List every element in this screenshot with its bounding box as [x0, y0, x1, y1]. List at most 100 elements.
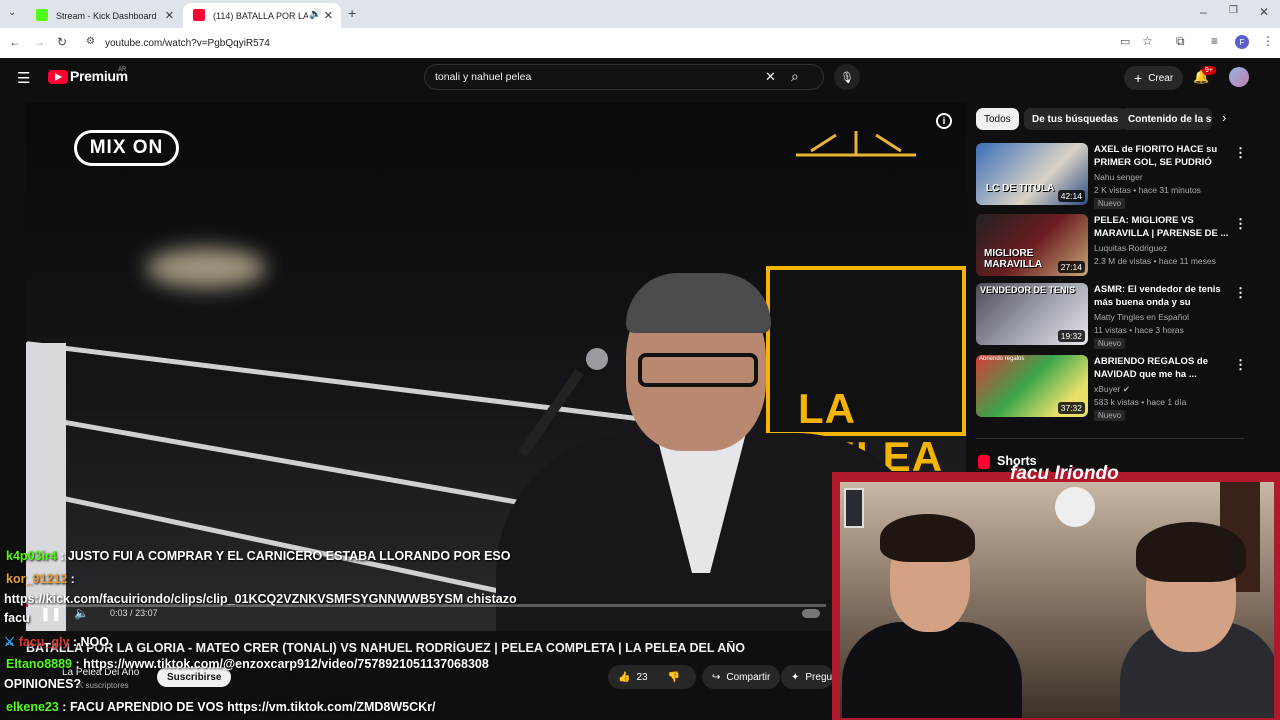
chat-username: k4p03ir4	[6, 549, 57, 563]
time-current: 0:03	[110, 608, 128, 618]
chat-username: kor_91212	[6, 572, 68, 586]
chat-message: Eltano8889 : https://www.tiktok.com/@enz…	[6, 657, 489, 671]
video-thumbnail[interactable]: LC DE TITULA 42:14	[976, 143, 1088, 205]
youtube-logo-icon[interactable]	[48, 70, 68, 84]
duration-badge: 37:32	[1057, 402, 1085, 414]
media-control-icon[interactable]: ≡	[1211, 34, 1218, 48]
voice-search-icon[interactable]: 🎙	[834, 64, 860, 90]
close-icon[interactable]: ✕	[324, 9, 333, 22]
recommendation-item[interactable]: MIGLIORE MARAVILLA 27:14 PELEA: MIGLIORE…	[976, 214, 1247, 278]
more-options-icon[interactable]: ⋮	[1234, 145, 1247, 161]
chevron-right-icon[interactable]: ›	[1222, 110, 1226, 125]
recommendation-item[interactable]: Abriendo regalos 37:32 ABRIENDO REGALOS …	[976, 355, 1247, 421]
recommendation-title[interactable]: PELEA: MIGLIORE VS MARAVILLA | PARENSE D…	[1094, 214, 1229, 240]
chip-all[interactable]: Todos	[976, 108, 1019, 130]
filter-chips: Todos De tus búsquedas Contenido de la s…	[976, 108, 1244, 130]
region-code: AR	[118, 67, 127, 73]
url-field[interactable]: ⚙ youtube.com/watch?v=PgbQqyiR574	[80, 31, 1170, 55]
subscriber-count: K suscriptores	[78, 681, 129, 690]
site-info-icon[interactable]: ⚙	[86, 36, 95, 47]
more-options-icon[interactable]: ⋮	[1234, 285, 1247, 301]
restore-icon[interactable]: ❐	[1229, 5, 1238, 16]
autoplay-toggle[interactable]	[802, 609, 820, 618]
audio-playing-icon[interactable]: 🔊	[309, 9, 321, 20]
recommendation-title[interactable]: AXEL de FIORITO HACE su PRIMER GOL, SE P…	[1094, 143, 1229, 169]
time-display: 0:03 / 23:07	[110, 608, 158, 618]
video-thumbnail[interactable]: VENDEDOR DE TENIS 19:32	[976, 283, 1088, 345]
back-icon[interactable]: ←	[9, 35, 21, 49]
video-thumbnail[interactable]: MIGLIORE MARAVILLA 27:14	[976, 214, 1088, 276]
reload-icon[interactable]: ↻	[57, 35, 67, 49]
recommendation-item[interactable]: LC DE TITULA 42:14 AXEL de FIORITO HACE …	[976, 143, 1247, 209]
search-input[interactable]: tonali y nahuel pelea ✕ ⌕	[424, 64, 824, 90]
streamer-left-shirt	[842, 622, 1022, 718]
create-button[interactable]: + Crear	[1124, 66, 1184, 90]
chip-series-content[interactable]: Contenido de la ser	[1120, 108, 1212, 130]
clear-search-icon[interactable]: ✕	[765, 69, 776, 85]
recommendation-title[interactable]: ABRIENDO REGALOS de NAVIDAD que me ha ..…	[1094, 355, 1229, 381]
menu-kebab-icon[interactable]: ⋮	[1262, 34, 1274, 48]
duration-badge: 27:14	[1057, 261, 1085, 273]
new-tab-icon[interactable]: +	[348, 5, 356, 21]
dislike-icon[interactable]: 👎	[668, 672, 680, 683]
new-badge: Nuevo	[1094, 338, 1126, 349]
chip-from-searches[interactable]: De tus búsquedas	[1024, 108, 1127, 130]
window-close-icon[interactable]: ✕	[1259, 5, 1269, 19]
duration-badge: 19:32	[1057, 330, 1085, 342]
recommendation-channel[interactable]: Nahu senger	[1094, 172, 1143, 182]
search-query: tonali y nahuel pelea	[435, 71, 532, 83]
info-icon[interactable]: i	[936, 113, 952, 129]
recommendation-channel[interactable]: xBuyer ✔	[1094, 384, 1130, 395]
forward-icon[interactable]: →	[33, 35, 45, 49]
profile-avatar[interactable]: F	[1235, 35, 1249, 49]
upload-age: hace 31 minutos	[1138, 185, 1201, 195]
youtube-header: ☰ Premium AR tonali y nahuel pelea ✕ ⌕ 🎙…	[0, 58, 1280, 100]
chat-separator: :	[56, 549, 68, 563]
more-options-icon[interactable]: ⋮	[1234, 357, 1247, 373]
microphone-head	[586, 348, 608, 370]
chat-text: NOO	[80, 635, 110, 649]
arena-light	[146, 248, 266, 288]
tab-label: Stream - Kick Dashboard	[56, 10, 157, 21]
like-count[interactable]: 23	[636, 672, 647, 683]
chat-message: facu	[4, 611, 30, 625]
kick-favicon-icon	[36, 9, 48, 21]
volume-icon[interactable]: 🔈	[74, 606, 89, 620]
account-avatar[interactable]	[1229, 67, 1249, 87]
chat-message: OPINIONES?	[4, 677, 81, 691]
upload-age: hace 1 día	[1146, 397, 1187, 407]
ring-lights-logo	[796, 131, 916, 161]
recommendation-item[interactable]: VENDEDOR DE TENIS 19:32 ASMR: El vendedo…	[976, 283, 1247, 349]
bookmark-star-icon[interactable]: ☆	[1142, 34, 1153, 48]
wall-poster	[844, 488, 864, 528]
hamburger-menu-icon[interactable]: ☰	[17, 69, 30, 87]
url-text: youtube.com/watch?v=PgbQqyiR574	[105, 37, 270, 49]
thumbnail-text: LC DE TITULA	[986, 183, 1055, 194]
view-count: 583 k vistas	[1094, 397, 1139, 407]
extensions-icon[interactable]: ⧉	[1176, 34, 1185, 49]
search-icon[interactable]: ⌕	[791, 68, 799, 85]
tab-list-icon[interactable]: ⌄	[8, 7, 16, 18]
cast-icon[interactable]: ▭	[1120, 35, 1130, 48]
chat-overlay: k4p03ir4 : JUSTO FUI A COMPRAR Y EL CARN…	[6, 549, 510, 563]
recommendation-title[interactable]: ASMR: El vendedor de tenis más buena ond…	[1094, 283, 1229, 309]
pause-icon[interactable]: ❚❚	[40, 606, 62, 622]
recommendation-channel[interactable]: Luquitas Rodriguez	[1094, 243, 1167, 253]
announcer-glasses	[638, 353, 758, 387]
video-thumbnail[interactable]: Abriendo regalos 37:32	[976, 355, 1088, 417]
ask-button[interactable]: ✦ Pregu	[781, 665, 833, 689]
recommendation-channel[interactable]: Matty Tingles en Español	[1094, 312, 1189, 322]
share-button[interactable]: ↪ Compartir	[702, 665, 781, 689]
tab-kick-dashboard[interactable]: Stream - Kick Dashboard ✕	[26, 3, 182, 28]
tab-youtube-video[interactable]: (114) BATALLA POR LA GLO 🔊 ✕	[183, 3, 341, 28]
new-badge: Nuevo	[1094, 410, 1126, 421]
chat-separator: :	[69, 635, 81, 649]
thumbnail-text: Abriendo regalos	[979, 356, 1025, 362]
minimize-icon[interactable]: –	[1200, 5, 1207, 19]
close-icon[interactable]: ✕	[165, 9, 174, 22]
announcer-hair	[626, 273, 771, 333]
like-icon[interactable]: 👍	[618, 672, 630, 683]
more-options-icon[interactable]: ⋮	[1234, 216, 1247, 232]
create-label: Crear	[1148, 72, 1174, 84]
chat-username: Eltano8889	[6, 657, 73, 671]
